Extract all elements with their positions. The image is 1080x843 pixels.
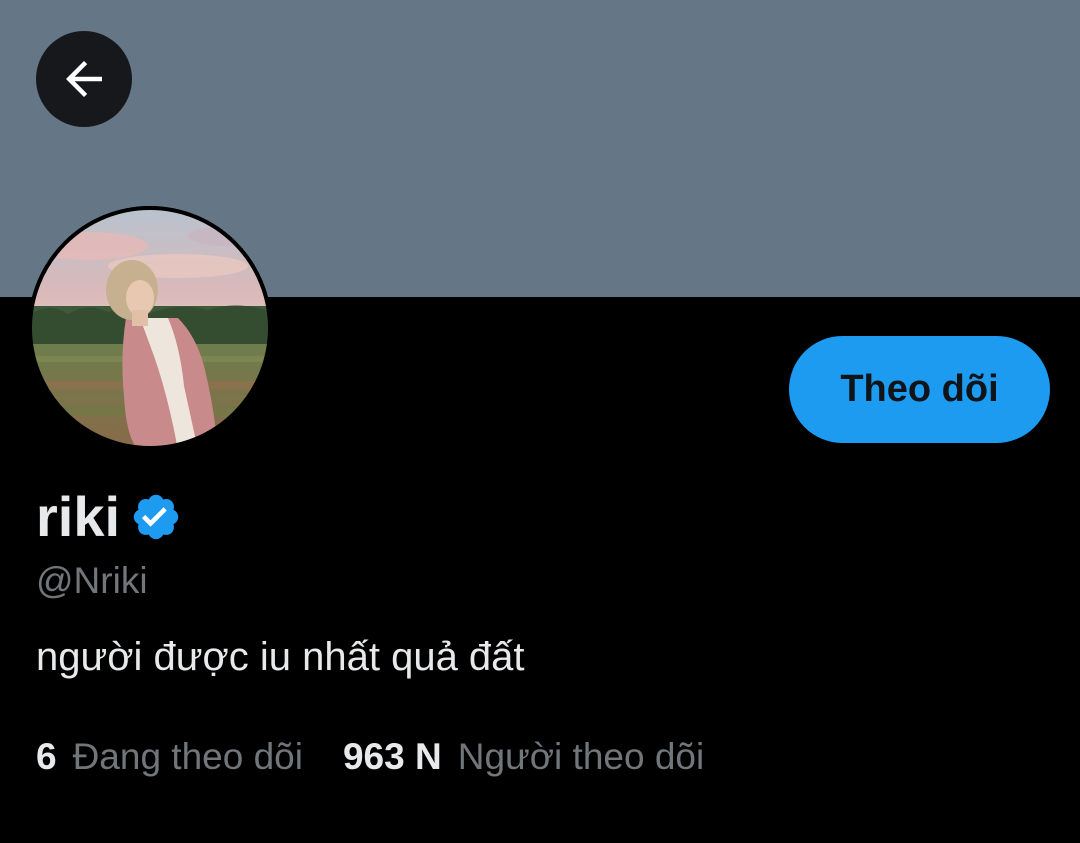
avatar[interactable] (28, 206, 272, 450)
followers-link[interactable]: 963 N Người theo dõi (343, 733, 704, 781)
following-link[interactable]: 6 Đang theo dõi (36, 733, 303, 781)
profile-stats: 6 Đang theo dõi 963 N Người theo dõi (36, 733, 704, 781)
verified-badge-icon[interactable] (130, 491, 182, 543)
display-name: riki (36, 485, 121, 548)
following-count: 6 (36, 736, 57, 777)
followers-label: Người theo dõi (457, 736, 705, 777)
follow-button[interactable]: Theo dõi (789, 336, 1050, 443)
profile-bio: người được iu nhất quả đất (36, 635, 525, 679)
profile-page: Theo dõi riki @Nriki người được iu nhất … (0, 0, 1080, 843)
following-label: Đang theo dõi (72, 736, 303, 777)
back-button[interactable] (36, 31, 132, 127)
profile-handle: @Nriki (36, 560, 148, 601)
name-row: riki (36, 482, 182, 552)
arrow-left-icon (57, 52, 111, 106)
followers-count: 963 N (342, 736, 442, 777)
